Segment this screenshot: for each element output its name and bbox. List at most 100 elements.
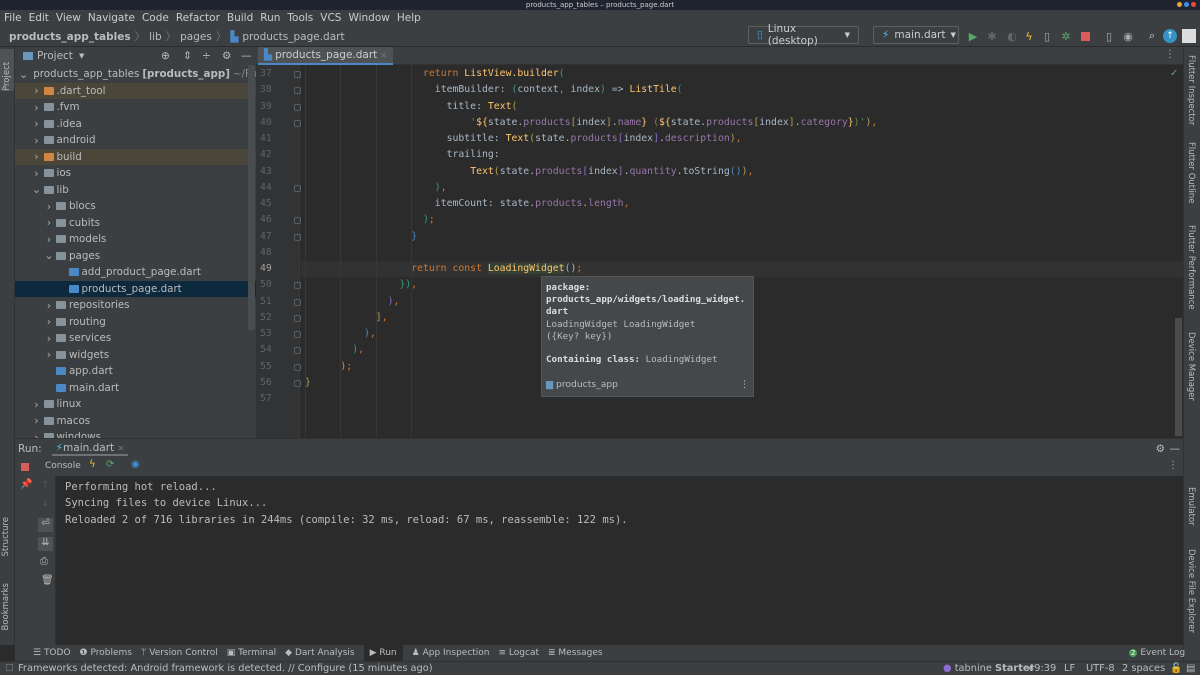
tree-item-add-product-page-dart[interactable]: add_product_page.dart (15, 264, 256, 281)
tool-flutter-performance[interactable]: Flutter Performance (1186, 225, 1196, 313)
tree-scrollbar[interactable] (248, 65, 255, 330)
devtools-icon[interactable]: ◉ (131, 459, 140, 470)
fold-close-icon[interactable] (294, 184, 301, 192)
trash-icon[interactable]: 🗑 (41, 575, 54, 586)
menu-file[interactable]: File (4, 12, 22, 24)
tree-item-products-app-tables[interactable]: ⌄products_app_tables[products_app]~/Flut… (15, 66, 256, 83)
hot-reload-icon[interactable]: ϟ (89, 459, 96, 470)
tree-item-blocs[interactable]: › blocs (15, 198, 256, 215)
more-options-icon[interactable]: ⋮ (740, 379, 749, 391)
hot-reload-icon[interactable]: ϟ (1022, 29, 1036, 43)
chevron-down-icon[interactable]: ⌄ (32, 183, 42, 196)
tree-item-repositories[interactable]: › repositories (15, 297, 256, 314)
tree-item-models[interactable]: › models (15, 231, 256, 248)
fold-open-icon[interactable] (294, 119, 301, 127)
avd-icon[interactable]: ▯ (1102, 29, 1116, 43)
chevron-right-icon[interactable]: › (44, 332, 54, 345)
file-encoding[interactable]: UTF-8 (1086, 662, 1115, 675)
tree-item-linux[interactable]: › linux (15, 396, 256, 413)
chevron-right-icon[interactable]: › (32, 150, 42, 163)
hide-icon[interactable]: — (1170, 443, 1181, 455)
tool-tab-logcat[interactable]: ≡ Logcat (499, 648, 539, 658)
run-icon[interactable]: ▶ (966, 29, 980, 43)
menu-run[interactable]: Run (260, 12, 280, 24)
fold-open-icon[interactable] (294, 103, 301, 111)
gear-icon[interactable]: ⚙ (1156, 443, 1165, 455)
fold-close-icon[interactable] (294, 314, 301, 322)
tree-item-ios[interactable]: › ios (15, 165, 256, 182)
tree-item-dart-tool[interactable]: › .dart_tool (15, 82, 256, 99)
soft-wrap-icon[interactable]: ⏎ (38, 518, 53, 532)
tool-device-file-explorer[interactable]: Device File Explorer (1186, 549, 1196, 636)
tool-flutter-outline[interactable]: Flutter Outline (1186, 142, 1196, 206)
tool-tab-todo[interactable]: ☰ TODO (33, 648, 71, 658)
tool-tab-messages[interactable]: ≣ Messages (548, 648, 603, 658)
fold-close-icon[interactable] (294, 331, 301, 338)
scroll-to-end-icon[interactable]: ⇊ (38, 537, 53, 551)
more-icon[interactable]: ⋮ (1168, 460, 1178, 471)
stop-icon[interactable] (1078, 29, 1092, 43)
profile-icon[interactable]: ◐ (1005, 29, 1019, 43)
tree-item-windows[interactable]: › windows (15, 429, 256, 438)
tab-products-page[interactable]: ▙ products_page.dart ✕ (258, 47, 393, 65)
chevron-right-icon[interactable]: › (32, 431, 42, 438)
pin-icon[interactable]: 📌 (20, 479, 32, 490)
up-arrow-icon[interactable]: ↑ (41, 480, 49, 491)
breadcrumb-file[interactable]: products_page.dart (242, 31, 344, 43)
caret-position[interactable]: 49:39 (1028, 662, 1056, 675)
editor-scrollbar[interactable] (1175, 318, 1182, 436)
close-tab-icon[interactable]: ✕ (380, 51, 387, 60)
device-selector[interactable]: ▯ Linux (desktop) ▼ (748, 23, 859, 47)
menu-view[interactable]: View (56, 12, 81, 24)
debug-icon[interactable]: ✱ (985, 29, 999, 43)
chevron-down-icon[interactable]: ▼ (79, 52, 84, 60)
tool-tab-problems[interactable]: ❶ Problems (80, 648, 132, 658)
stop-icon[interactable] (21, 463, 29, 471)
menu-build[interactable]: Build (227, 12, 253, 24)
menu-vcs[interactable]: VCS (320, 12, 341, 24)
search-icon[interactable]: ⌕ (1145, 29, 1159, 43)
gear-icon[interactable]: ⚙ (222, 50, 231, 62)
locate-icon[interactable]: ⊕ (161, 50, 170, 62)
fold-close-icon[interactable] (294, 363, 301, 371)
menu-navigate[interactable]: Navigate (88, 12, 135, 24)
breadcrumb-project[interactable]: products_app_tables (9, 31, 131, 43)
fold-close-icon[interactable] (294, 233, 301, 241)
tree-item-services[interactable]: › services (15, 330, 256, 347)
chevron-right-icon[interactable]: › (32, 134, 42, 147)
tool-flutter-inspector[interactable]: Flutter Inspector (1186, 55, 1196, 128)
breadcrumb-lib[interactable]: lib (149, 31, 162, 43)
tree-item-build[interactable]: › build (15, 148, 256, 165)
run-tab-main-dart[interactable]: ⚡main.dart ✕ (51, 442, 129, 456)
lock-icon[interactable]: 🔓 (1170, 662, 1182, 675)
status-panel-icon[interactable]: ☐ (5, 662, 14, 675)
tool-tab-version-control[interactable]: ᛘ Version Control (141, 648, 218, 658)
print-icon[interactable]: ⎙ (40, 556, 48, 567)
minimize-button[interactable] (1177, 2, 1182, 7)
breadcrumb-pages[interactable]: pages (180, 31, 212, 43)
console-output[interactable]: Performing hot reload... Syncing files t… (56, 476, 1183, 645)
fold-open-icon[interactable] (294, 87, 301, 95)
status-message[interactable]: Frameworks detected: Android framework i… (18, 662, 433, 675)
collapse-all-icon[interactable]: ÷ (202, 50, 211, 62)
attach-debug-icon[interactable]: ✲ (1059, 29, 1073, 43)
menu-window[interactable]: Window (348, 12, 389, 24)
chevron-right-icon[interactable]: › (32, 167, 42, 180)
structure-tool-button[interactable]: Structure (1, 517, 11, 560)
chevron-down-icon[interactable]: ⌄ (19, 68, 28, 81)
chevron-down-icon[interactable]: ⌄ (44, 249, 54, 262)
fold-close-icon[interactable] (294, 347, 301, 355)
close-button[interactable] (1191, 2, 1196, 7)
chevron-right-icon[interactable]: › (32, 101, 42, 114)
fold-close-icon[interactable] (294, 217, 301, 225)
tree-item-app-dart[interactable]: app.dart (15, 363, 256, 380)
maximize-button[interactable] (1184, 2, 1189, 7)
chevron-right-icon[interactable]: › (44, 216, 54, 229)
chevron-right-icon[interactable]: › (44, 299, 54, 312)
tool-tab-terminal[interactable]: ▣ Terminal (227, 648, 276, 658)
fold-open-icon[interactable] (294, 71, 301, 78)
hot-restart-icon[interactable]: ⟳ (106, 459, 114, 470)
menu-tools[interactable]: Tools (287, 12, 313, 24)
tree-item-products-page-dart[interactable]: products_page.dart (15, 280, 256, 297)
hide-icon[interactable]: — (241, 50, 252, 62)
